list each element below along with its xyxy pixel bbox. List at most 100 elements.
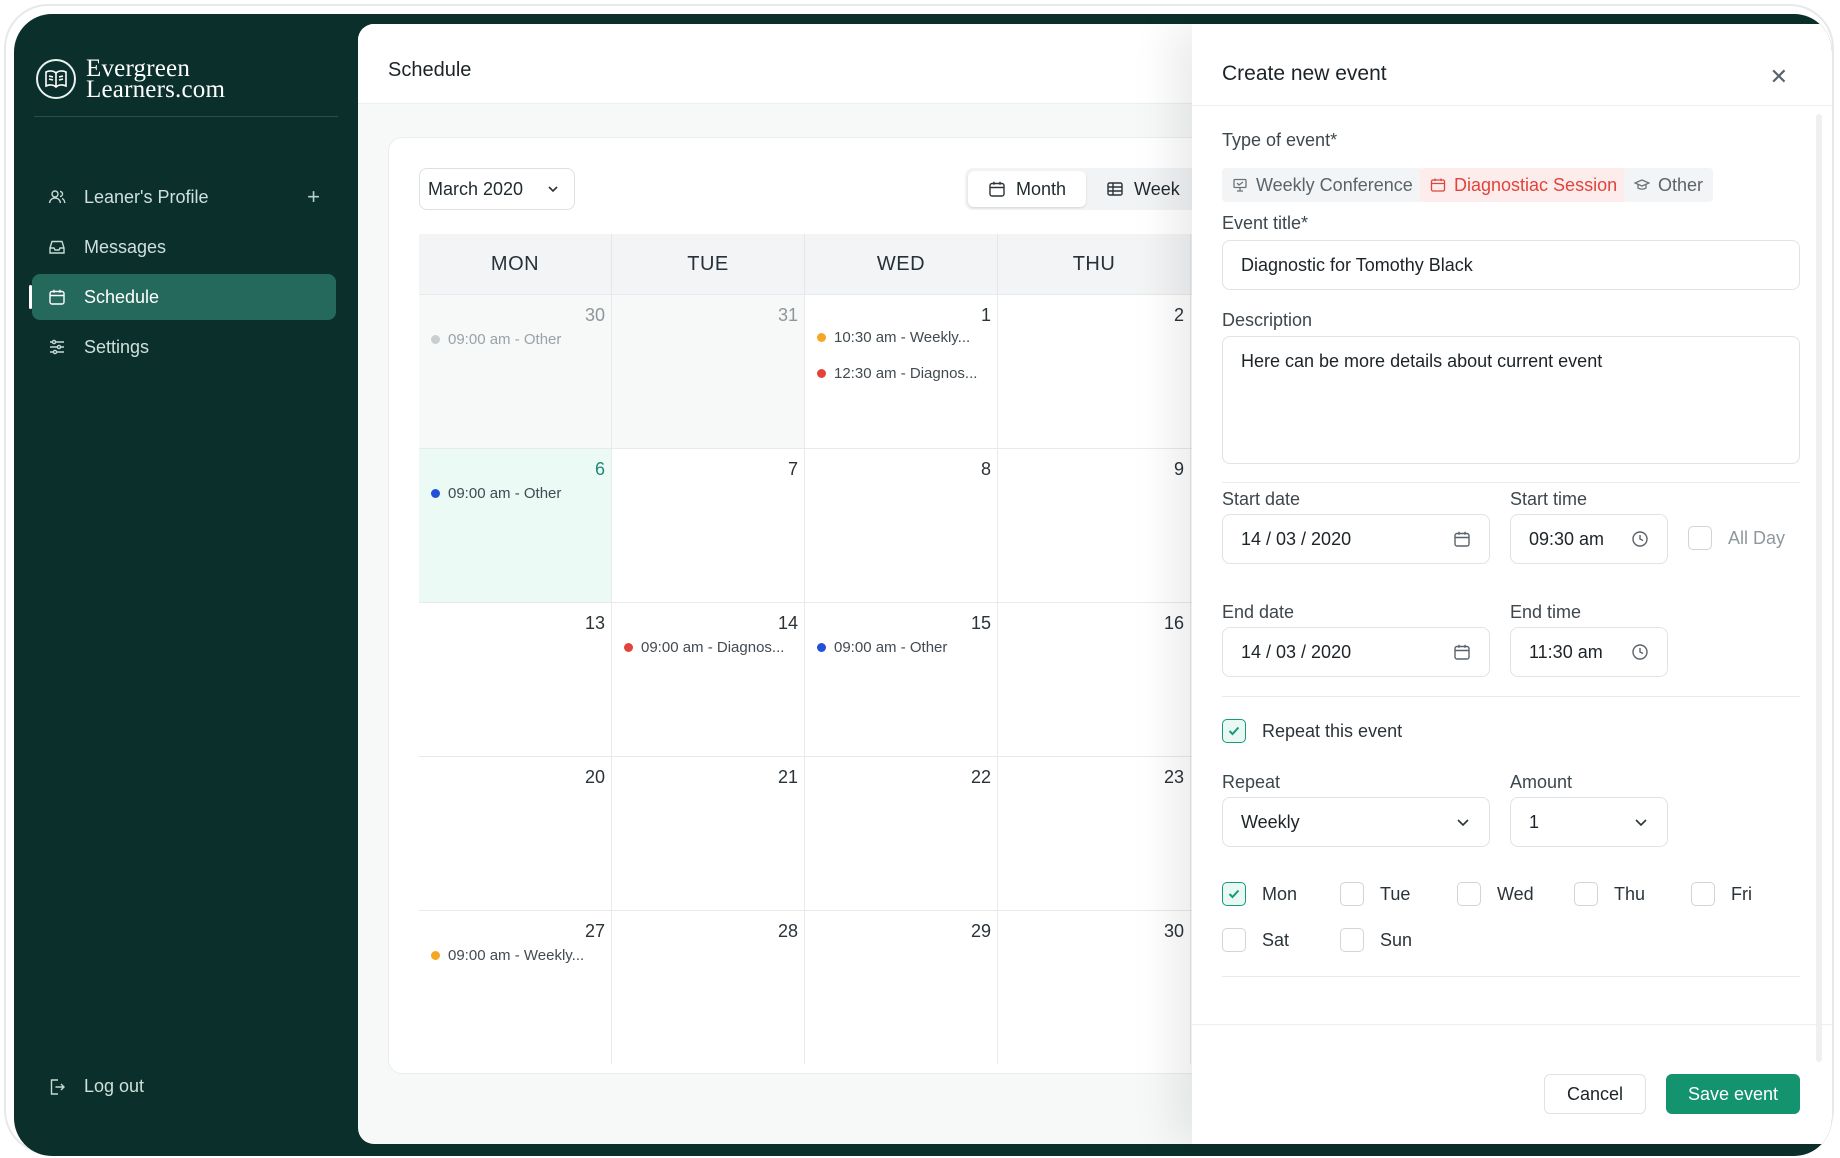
panel-scrollbar[interactable] bbox=[1816, 114, 1822, 1062]
day-cell[interactable]: 13 bbox=[419, 603, 612, 756]
logout-button[interactable]: Log out bbox=[48, 1076, 144, 1097]
day-cell[interactable]: 16 bbox=[998, 603, 1191, 756]
checkbox-box bbox=[1340, 928, 1364, 952]
calendar-icon bbox=[1454, 531, 1470, 547]
weekday-wed-checkbox[interactable]: Wed bbox=[1457, 882, 1534, 906]
day-cell[interactable]: 30 09:00 am - Other bbox=[419, 295, 612, 448]
type-other[interactable]: Other bbox=[1624, 168, 1714, 202]
repeat-select[interactable]: Weekly bbox=[1222, 797, 1490, 847]
checkbox-box bbox=[1340, 882, 1364, 906]
checkbox-box bbox=[1222, 928, 1246, 952]
calendar-icon bbox=[49, 289, 65, 305]
day-number: 9 bbox=[1173, 459, 1184, 479]
weekday-mon-checkbox[interactable]: Mon bbox=[1222, 882, 1297, 906]
all-day-checkbox[interactable]: All Day bbox=[1688, 526, 1785, 550]
repeat-event-checkbox[interactable]: Repeat this event bbox=[1222, 719, 1402, 743]
day-cell[interactable]: 27 09:00 am - Weekly... bbox=[419, 911, 612, 1064]
end-date-input[interactable]: 14 / 03 / 2020 bbox=[1222, 627, 1490, 677]
weekday-thu-checkbox[interactable]: Thu bbox=[1574, 882, 1645, 906]
weekday-sun-checkbox[interactable]: Sun bbox=[1340, 928, 1412, 952]
chevron-down-icon bbox=[1635, 819, 1647, 827]
brand-name: Evergreen Learners.com bbox=[86, 55, 226, 103]
day-cell[interactable]: 14 09:00 am - Diagnos... bbox=[612, 603, 805, 756]
day-number: 14 bbox=[777, 613, 798, 633]
event-item[interactable]: 09:00 am - Other bbox=[431, 331, 561, 348]
day-number: 2 bbox=[1173, 305, 1184, 325]
event-item[interactable]: 09:00 am - Weekly... bbox=[431, 947, 584, 964]
day-cell[interactable]: 22 bbox=[805, 757, 998, 910]
day-cell[interactable]: 31 bbox=[612, 295, 805, 448]
graduation-cap-icon bbox=[1634, 179, 1650, 190]
sidebar-item-schedule[interactable]: Schedule bbox=[29, 274, 336, 320]
weekday-sat-checkbox[interactable]: Sat bbox=[1222, 928, 1289, 952]
description-textarea[interactable]: Here can be more details about current e… bbox=[1222, 336, 1800, 464]
day-cell[interactable]: 29 bbox=[805, 911, 998, 1064]
weekday-mon: MON bbox=[419, 234, 612, 294]
event-item[interactable]: 09:00 am - Diagnos... bbox=[624, 639, 784, 656]
weekday-label: Wed bbox=[1497, 883, 1534, 904]
type-other-label: Other bbox=[1658, 174, 1704, 195]
close-icon[interactable]: ✕ bbox=[1770, 64, 1788, 90]
day-number: 31 bbox=[777, 305, 798, 325]
logout-icon bbox=[50, 1078, 65, 1095]
day-cell[interactable]: 30 bbox=[998, 911, 1191, 1064]
day-number: 29 bbox=[970, 921, 991, 941]
sidebar-item-learners-profile[interactable]: Leaner's Profile + bbox=[32, 174, 336, 220]
day-cell[interactable]: 1 10:30 am - Weekly... 12:30 am - Diagno… bbox=[805, 295, 998, 448]
section-divider bbox=[1222, 696, 1800, 697]
sidebar-item-settings[interactable]: Settings bbox=[32, 324, 336, 370]
month-select[interactable]: March 2020 bbox=[419, 168, 575, 210]
event-item[interactable]: 09:00 am - Other bbox=[817, 639, 947, 656]
start-time-label: Start time bbox=[1510, 489, 1588, 509]
start-time-input[interactable]: 09:30 am bbox=[1510, 514, 1668, 564]
calendar-card: March 2020 Month Week MON TUE WED THU 30… bbox=[388, 137, 1285, 1074]
view-week-button[interactable]: Week bbox=[1086, 171, 1200, 207]
check-icon bbox=[1228, 889, 1240, 899]
weekday-label: Tue bbox=[1380, 883, 1411, 904]
day-cell-today[interactable]: 6 09:00 am - Other bbox=[419, 449, 612, 602]
cancel-button[interactable]: Cancel bbox=[1544, 1074, 1646, 1114]
start-date-input[interactable]: 14 / 03 / 2020 bbox=[1222, 514, 1490, 564]
day-cell[interactable]: 9 bbox=[998, 449, 1191, 602]
sidebar: Evergreen Learners.com Leaner's Profile … bbox=[14, 14, 358, 1156]
amount-select[interactable]: 1 bbox=[1510, 797, 1668, 847]
day-cell[interactable]: 8 bbox=[805, 449, 998, 602]
sidebar-item-messages[interactable]: Messages bbox=[32, 224, 336, 270]
panel-footer-divider bbox=[1192, 1024, 1832, 1025]
day-cell[interactable]: 23 bbox=[998, 757, 1191, 910]
event-title-label: Event title* bbox=[1222, 213, 1309, 233]
event-title-value: Diagnostic for Tomothy Black bbox=[1241, 254, 1473, 275]
weekday-label: Sun bbox=[1380, 929, 1413, 950]
weekday-wed: WED bbox=[805, 234, 998, 294]
event-label: 09:00 am - Weekly... bbox=[448, 947, 585, 964]
repeat-label: Repeat bbox=[1222, 772, 1281, 792]
checkbox-box bbox=[1574, 882, 1598, 906]
sidebar-nav: Leaner's Profile + Messages Schedule Set… bbox=[29, 174, 336, 374]
day-cell[interactable]: 28 bbox=[612, 911, 805, 1064]
event-item[interactable]: 12:30 am - Diagnos... bbox=[817, 365, 977, 382]
repeat-event-label: Repeat this event bbox=[1262, 720, 1403, 741]
event-label: 12:30 am - Diagnos... bbox=[834, 365, 978, 382]
clock-icon bbox=[1632, 644, 1648, 660]
event-item[interactable]: 09:00 am - Other bbox=[431, 485, 561, 502]
brand[interactable]: Evergreen Learners.com bbox=[36, 55, 226, 103]
add-profile-button[interactable]: + bbox=[307, 184, 320, 210]
event-item[interactable]: 10:30 am - Weekly... bbox=[817, 329, 970, 346]
day-cell[interactable]: 2 bbox=[998, 295, 1191, 448]
day-cell[interactable]: 21 bbox=[612, 757, 805, 910]
app-screen: Evergreen Learners.com Leaner's Profile … bbox=[14, 14, 1832, 1156]
description-label: Description bbox=[1222, 310, 1313, 330]
save-event-button[interactable]: Save event bbox=[1666, 1074, 1800, 1114]
sidebar-item-label: Settings bbox=[84, 336, 150, 357]
day-cell[interactable]: 15 09:00 am - Other bbox=[805, 603, 998, 756]
weekday-tue-checkbox[interactable]: Tue bbox=[1340, 882, 1410, 906]
type-weekly-conference[interactable]: Weekly Conference bbox=[1222, 168, 1423, 202]
view-month-button[interactable]: Month bbox=[968, 171, 1087, 207]
event-dot bbox=[817, 333, 826, 342]
day-cell[interactable]: 7 bbox=[612, 449, 805, 602]
day-cell[interactable]: 20 bbox=[419, 757, 612, 910]
type-diagnostic-session[interactable]: Diagnostiac Session bbox=[1420, 168, 1628, 202]
weekday-fri-checkbox[interactable]: Fri bbox=[1691, 882, 1752, 906]
end-time-input[interactable]: 11:30 am bbox=[1510, 627, 1668, 677]
event-title-input[interactable]: Diagnostic for Tomothy Black bbox=[1222, 240, 1800, 290]
